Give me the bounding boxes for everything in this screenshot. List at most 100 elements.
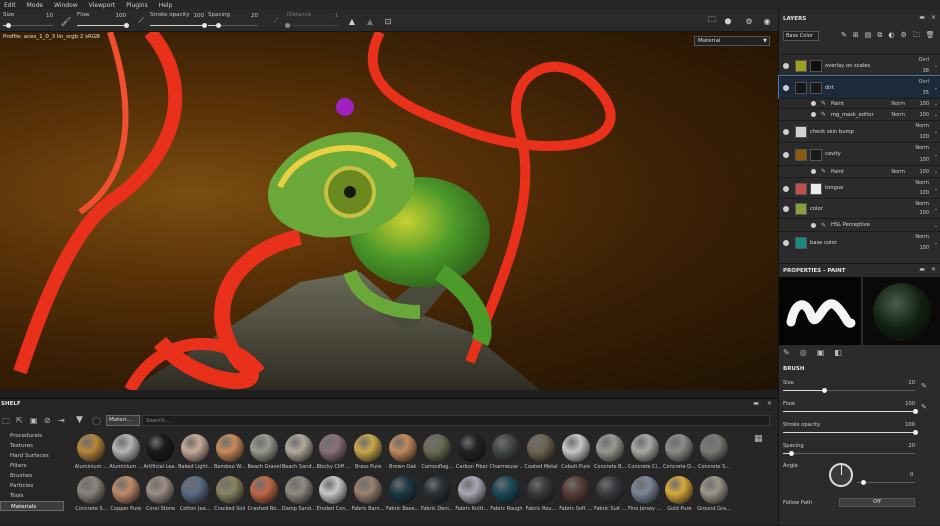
tab-stroke-icon[interactable]: ▣ — [817, 348, 825, 357]
tab-alpha-icon[interactable]: ◎ — [800, 348, 807, 357]
blend-mode-select[interactable]: Ovrl — [919, 79, 929, 85]
filter-icon[interactable]: ▼ — [76, 415, 83, 425]
layer-opacity-value[interactable]: 38 — [923, 68, 929, 74]
material-tile[interactable]: Concrete D... — [662, 432, 697, 474]
material-tile[interactable]: Charmeuse ... — [489, 432, 524, 474]
visibility-off-icon[interactable]: ⊘ — [44, 416, 51, 425]
brush-picker-icon[interactable]: 🖌 — [60, 15, 72, 27]
distance-value[interactable]: 1 — [335, 13, 339, 19]
pressure-icon[interactable]: ⟋ — [135, 15, 147, 27]
size-slider[interactable]: Size 10 — [3, 12, 53, 30]
blend-mode-select[interactable]: Norm — [915, 123, 929, 129]
chevron-down-icon[interactable]: ⌄ — [934, 152, 938, 158]
material-tile[interactable]: Camouflag... — [420, 432, 455, 474]
chevron-down-icon[interactable]: ⌄ — [934, 101, 938, 107]
layer-settings-icon[interactable]: ⚙ — [900, 31, 906, 42]
layer-opacity-value[interactable]: 100 — [919, 101, 929, 107]
material-tile[interactable]: Copper Pure — [109, 474, 144, 516]
material-tile[interactable]: Crashed Ro... — [247, 474, 282, 516]
slider-knob[interactable] — [788, 451, 794, 456]
material-tile[interactable]: Fabric Rou... — [524, 474, 559, 516]
symmetry-alt-icon[interactable]: ▲ — [364, 15, 376, 27]
folder-icon[interactable]: 🗀 — [2, 416, 10, 430]
layer-row[interactable]: overlay on scales Ovrl 38 ⌄ — [779, 54, 940, 76]
settings-icon[interactable]: ⊡ — [382, 15, 394, 27]
menu-viewport[interactable]: Viewport — [89, 2, 116, 9]
add-layer-icon[interactable]: ⊞ — [853, 31, 859, 42]
delete-icon[interactable]: 🗑 — [926, 31, 935, 42]
material-tile[interactable]: Fabric Suit ... — [593, 474, 628, 516]
material-tile[interactable]: Ground Gra... — [697, 474, 732, 516]
material-tile[interactable]: Carbon Fiber — [455, 432, 490, 474]
material-tile[interactable]: Fabric Base... — [385, 474, 420, 516]
slider-knob[interactable] — [913, 409, 918, 414]
layer-mask-thumbnail[interactable] — [810, 82, 822, 94]
menu-mode[interactable]: Mode — [27, 2, 43, 9]
tab-brush-icon[interactable]: ✎ — [783, 348, 790, 357]
3d-viewport[interactable]: Profile: aces_1_0_3 lin_srgb 2 sRGB Mate… — [0, 32, 778, 390]
camera-settings-icon[interactable]: ⚙ — [743, 15, 755, 27]
slider-knob[interactable] — [285, 23, 290, 28]
layer-mask-thumbnail[interactable] — [810, 148, 822, 161]
slider-knob[interactable] — [6, 23, 11, 28]
layer-effect-row[interactable]: ✎ mg_mask_editor Norm 100 ⌄ — [779, 108, 940, 120]
menu-window[interactable]: Window — [54, 2, 78, 9]
visibility-eye-icon[interactable] — [783, 151, 789, 158]
prop-size-value[interactable]: 10 — [908, 380, 915, 386]
layer-opacity-value[interactable]: 100 — [919, 210, 929, 216]
chevron-down-icon[interactable]: ⌄ — [934, 169, 938, 175]
category-filters[interactable]: Filters — [0, 461, 64, 471]
pen-pressure-icon[interactable]: ✎ — [921, 403, 927, 411]
layer-row[interactable]: tongue Norm 100 ⌄ — [779, 177, 940, 198]
material-tile[interactable]: Brass Pure — [351, 432, 386, 474]
layer-row[interactable]: cavity Norm 100 ⌄ — [779, 142, 940, 165]
material-tile[interactable]: Fabric Rough — [489, 474, 524, 516]
material-tile[interactable]: Coated Metal — [524, 432, 559, 474]
channel-select[interactable]: Base Color — [783, 31, 819, 41]
category-procedurals[interactable]: Procedurals — [0, 431, 64, 441]
mask-icon[interactable]: ◐ — [888, 31, 894, 42]
prop-stroke-opacity-value[interactable]: 100 — [905, 422, 915, 428]
chevron-down-icon[interactable]: ⌄ — [934, 206, 938, 212]
chevron-down-icon[interactable]: ⌄ — [934, 186, 938, 192]
export-icon[interactable]: ⇥ — [58, 416, 65, 425]
layer-effect-row[interactable]: ✎ HSL Perceptive ⌄ — [779, 218, 940, 231]
prop-flow-slider[interactable]: Flow 100 — [783, 401, 918, 415]
layer-thumbnail[interactable] — [795, 182, 807, 195]
slider-knob[interactable] — [124, 23, 129, 28]
layer-thumbnail[interactable] — [795, 148, 807, 161]
camera-icon[interactable]: ◉ — [761, 15, 773, 27]
blend-mode-select[interactable]: Norm — [891, 112, 905, 118]
folder-icon[interactable]: 🗀 — [913, 31, 920, 42]
viewport-mode-select[interactable]: Material ▼ — [694, 36, 770, 46]
layer-opacity-value[interactable]: 100 — [919, 245, 929, 251]
layer-opacity-value[interactable]: 100 — [919, 157, 929, 163]
layer-thumbnail[interactable] — [795, 203, 807, 215]
material-tile[interactable]: Cracked Soil — [212, 474, 247, 516]
material-tile[interactable]: Brown Oak — [385, 432, 420, 474]
visibility-eye-icon[interactable] — [811, 112, 816, 117]
layer-opacity-value[interactable]: 100 — [919, 169, 929, 175]
lazy-mouse-icon[interactable]: ⟋ — [270, 15, 282, 27]
slider-knob[interactable] — [216, 23, 221, 28]
symmetry-icon[interactable]: ▲ — [346, 15, 358, 27]
material-tile[interactable]: Cobalt Pure — [558, 432, 593, 474]
chevron-down-icon[interactable]: ⌄ — [934, 112, 938, 118]
menu-help[interactable]: Help — [159, 2, 173, 9]
minimize-icon[interactable]: ▬ — [919, 266, 925, 273]
layer-opacity-value[interactable]: 100 — [919, 134, 929, 140]
material-tile[interactable]: Cotton Jea... — [178, 474, 213, 516]
visibility-eye-icon[interactable] — [783, 63, 789, 69]
stroke-opacity-value[interactable]: 100 — [194, 13, 205, 19]
minimize-icon[interactable]: ▬ — [919, 14, 925, 21]
category-textures[interactable]: Textures — [0, 441, 64, 451]
material-tile[interactable]: Aluminium ... — [74, 432, 109, 474]
material-tile[interactable]: Eroded Con... — [316, 474, 351, 516]
spacing-slider[interactable]: Spacing 20 — [208, 12, 258, 30]
visibility-eye-icon[interactable] — [811, 101, 816, 106]
material-tile[interactable]: Baked Light... — [178, 432, 213, 474]
chevron-down-icon[interactable]: ⌄ — [934, 63, 938, 69]
blend-mode-select[interactable]: Norm — [915, 145, 929, 151]
material-tile[interactable]: Fabric Deni... — [420, 474, 455, 516]
material-tile[interactable]: Beach Sand... — [282, 432, 317, 474]
